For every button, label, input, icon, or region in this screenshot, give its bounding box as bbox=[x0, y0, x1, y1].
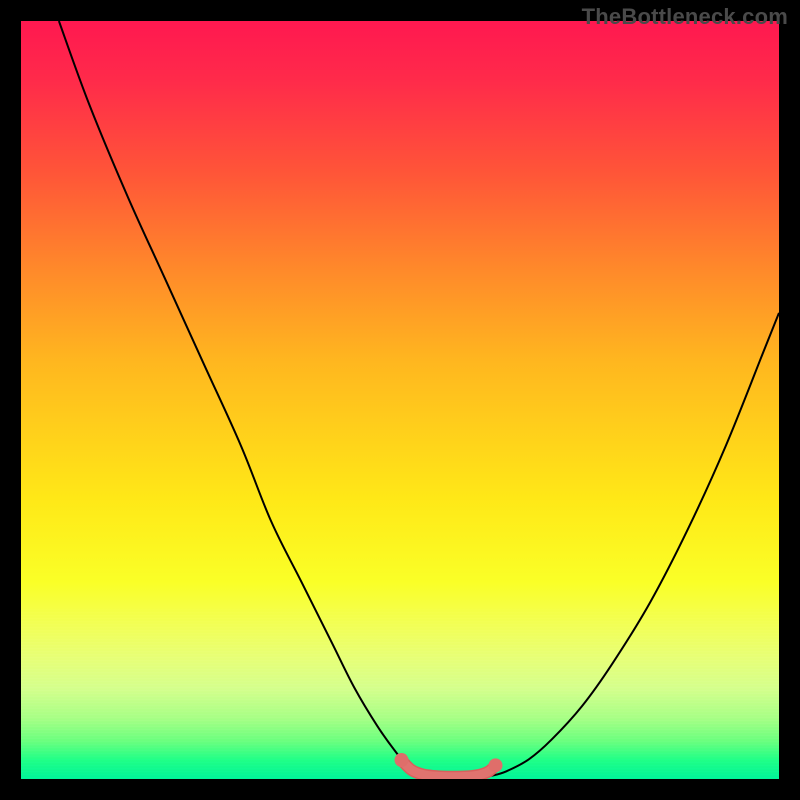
trough-highlight-group bbox=[395, 753, 503, 777]
chart-frame: TheBottleneck.com bbox=[0, 0, 800, 800]
plot-area bbox=[21, 21, 779, 779]
trough-dot-left bbox=[395, 753, 409, 767]
right-branch-path bbox=[491, 313, 779, 776]
curve-left-branch bbox=[59, 21, 423, 776]
curves-svg bbox=[21, 21, 779, 779]
left-branch-path bbox=[59, 21, 423, 776]
watermark-text: TheBottleneck.com bbox=[582, 4, 788, 30]
trough-dot-right bbox=[489, 758, 503, 772]
curve-right-branch bbox=[491, 313, 779, 776]
